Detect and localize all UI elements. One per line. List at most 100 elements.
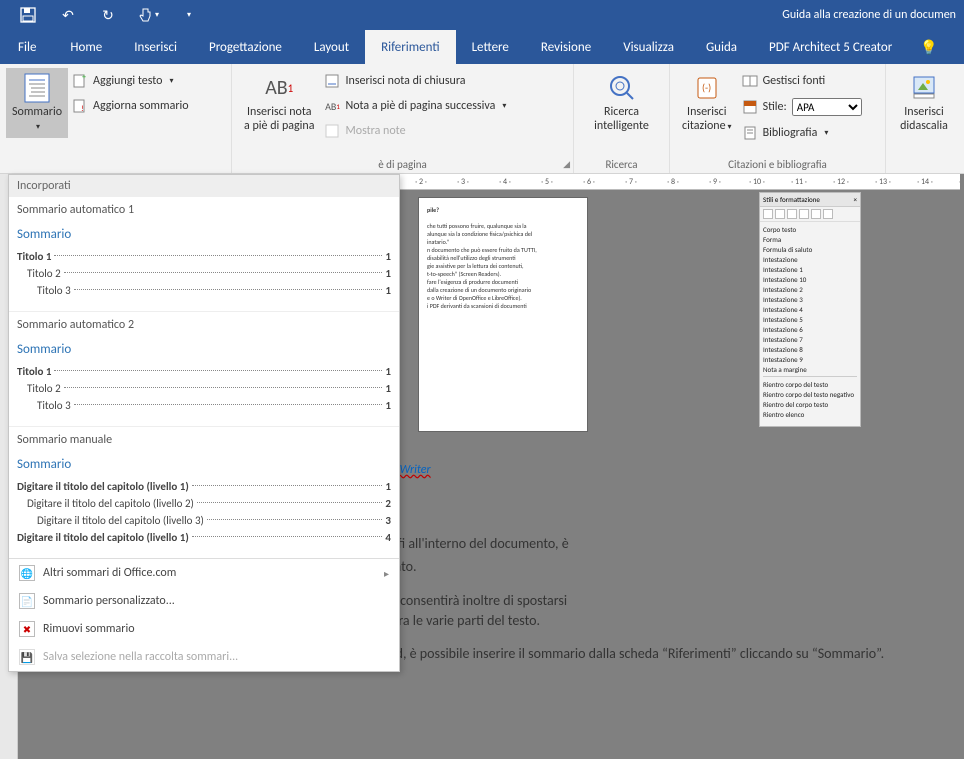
smart-lookup-button[interactable]: Ricercaintelligente [588,68,655,138]
show-notes-button[interactable]: Mostra note [320,120,510,142]
group-citations: (-) Inseriscicitazione▾ Gestisci fonti S… [670,64,886,173]
insert-citation-button[interactable]: (-) Inseriscicitazione▾ [676,68,738,138]
close-icon[interactable]: × [854,195,858,204]
style-item[interactable]: Intestazione 6 [763,324,857,334]
tab-guida[interactable]: Guida [690,30,753,64]
insert-footnote-button[interactable]: AB1 Inserisci notaa piè di pagina [238,68,320,138]
add-text-button[interactable]: + Aggiungi testo▾ [68,70,193,92]
show-notes-icon [324,123,340,139]
tab-visualizza[interactable]: Visualizza [607,30,690,64]
footnote-icon: AB1 [263,72,295,104]
style-dropdown[interactable]: APA [792,98,862,116]
next-footnote-button[interactable]: AB1 Nota a piè di pagina successiva▾ [320,95,510,117]
style-item[interactable]: Forma [763,234,857,244]
toc-line: Digitare il titolo del capitolo (livello… [17,531,391,544]
style-item[interactable]: Rientro del corpo testo [763,400,857,410]
gallery-item-auto1[interactable]: Sommario automatico 1 Sommario Titolo 11… [9,197,399,312]
style-item[interactable]: Intestazione 7 [763,334,857,344]
manage-sources-icon [742,73,758,89]
tab-inserisci[interactable]: Inserisci [118,30,193,64]
ribbon-tabs: File Home Inserisci Progettazione Layout… [0,30,964,64]
svg-text:+: + [82,73,86,82]
sommario-label: Sommario [12,105,62,119]
touch-mode-icon[interactable]: ▾ [128,0,168,30]
save-selection-icon: 💾 [19,649,35,665]
custom-toc-button[interactable]: 📄 Sommario personalizzato... [9,587,399,615]
toc-line: Titolo 21 [17,267,391,280]
sommario-button[interactable]: Sommario ▾ [6,68,68,138]
style-item[interactable]: Intestazione 9 [763,354,857,364]
tab-progettazione[interactable]: Progettazione [193,30,298,64]
group-label-citations: Citazioni e bibliografia [676,156,879,171]
quick-access-toolbar: ↶ ↻ ▾ ▾ [0,0,208,30]
next-footnote-icon: AB1 [324,98,340,114]
gallery-item-auto2[interactable]: Sommario automatico 2 Sommario Titolo 11… [9,312,399,427]
style-icon [742,99,758,115]
svg-text:(-): (-) [702,81,711,94]
bibliography-icon [742,125,758,141]
toc-icon [21,72,53,104]
gallery-item-manual[interactable]: Sommario manuale Sommario Digitare il ti… [9,427,399,559]
insert-endnote-button[interactable]: Inserisci nota di chiusura [320,70,510,92]
style-item[interactable]: Intestazione 5 [763,314,857,324]
tab-pdf-architect[interactable]: PDF Architect 5 Creator [753,30,908,64]
save-selection-button: 💾 Salva selezione nella raccolta sommari… [9,643,399,671]
toc-line: Titolo 31 [17,284,391,297]
qat-customize-icon[interactable]: ▾ [168,0,208,30]
tab-file[interactable]: File [0,30,54,64]
style-item[interactable]: Nota a margine [763,364,857,374]
style-item[interactable]: Corpo testo [763,224,857,234]
gallery-header: Incorporati [9,175,399,197]
style-item[interactable]: Intestazione 2 [763,284,857,294]
document-title: Guida alla creazione di un documen [208,8,964,22]
tab-lettere[interactable]: Lettere [456,30,525,64]
chevron-right-icon: ▸ [384,567,389,580]
style-item[interactable]: Rientro corpo del testo [763,380,857,390]
bibliography-button[interactable]: Bibliografia▾ [738,122,866,144]
tab-home[interactable]: Home [54,30,118,64]
embedded-screenshot: pile? che tutti possono fruire, qualunqu… [398,192,865,437]
toc-line: Titolo 31 [17,399,391,412]
toc-line: Titolo 21 [17,382,391,395]
undo-icon[interactable]: ↶ [48,0,88,30]
save-icon[interactable] [8,0,48,30]
update-toc-button[interactable]: ! Aggiorna sommario [68,95,193,117]
style-item[interactable]: Intestazione 1 [763,264,857,274]
redo-icon[interactable]: ↻ [88,0,128,30]
group-captions: Inseriscididascalia . [886,64,962,173]
citation-style-select[interactable]: Stile: APA [738,95,866,119]
style-item[interactable]: Formula di saluto [763,244,857,254]
group-label-research: Ricerca [580,156,663,171]
chevron-down-icon: ▾ [36,122,40,132]
sommario-gallery: Incorporati Sommario automatico 1 Sommar… [8,174,400,672]
toc-line: Digitare il titolo del capitolo (livello… [17,514,391,527]
style-item[interactable]: Intestazione 3 [763,294,857,304]
globe-icon: 🌐 [19,565,35,581]
magnifier-icon [606,72,638,104]
style-item[interactable]: Intestazione [763,254,857,264]
custom-toc-icon: 📄 [19,593,35,609]
group-research: Ricercaintelligente Ricerca [574,64,670,173]
horizontal-ruler[interactable]: · 2 ·· 3 ·· 4 ·· 5 ·· 6 ·· 7 ·· 8 ·· 9 ·… [400,174,960,190]
refresh-icon: ! [72,98,88,114]
toc-line: Titolo 11 [17,365,391,378]
tab-layout[interactable]: Layout [298,30,365,64]
style-item[interactable]: Rientro corpo del testo negativo [763,390,857,400]
remove-icon: ✖ [19,621,35,637]
toc-line: Digitare il titolo del capitolo (livello… [17,480,391,493]
toc-line: Digitare il titolo del capitolo (livello… [17,497,391,510]
style-item[interactable]: Intestazione 4 [763,304,857,314]
tell-me-icon[interactable]: 💡 [920,39,937,56]
dialog-launcher-icon[interactable]: ◢ [563,159,570,170]
style-item[interactable]: Intestazione 8 [763,344,857,354]
more-from-office-button[interactable]: 🌐 Altri sommari di Office.com ▸ [9,559,399,587]
tab-revisione[interactable]: Revisione [525,30,607,64]
insert-caption-button[interactable]: Inseriscididascalia [894,68,954,138]
style-item[interactable]: Intestazione 10 [763,274,857,284]
remove-toc-button[interactable]: ✖ Rimuovi sommario [9,615,399,643]
title-bar: ↶ ↻ ▾ ▾ Guida alla creazione di un docum… [0,0,964,30]
tab-riferimenti[interactable]: Riferimenti [365,30,455,64]
manage-sources-button[interactable]: Gestisci fonti [738,70,866,92]
style-item[interactable]: Rientro elenco [763,410,857,420]
toc-line: Titolo 11 [17,250,391,263]
